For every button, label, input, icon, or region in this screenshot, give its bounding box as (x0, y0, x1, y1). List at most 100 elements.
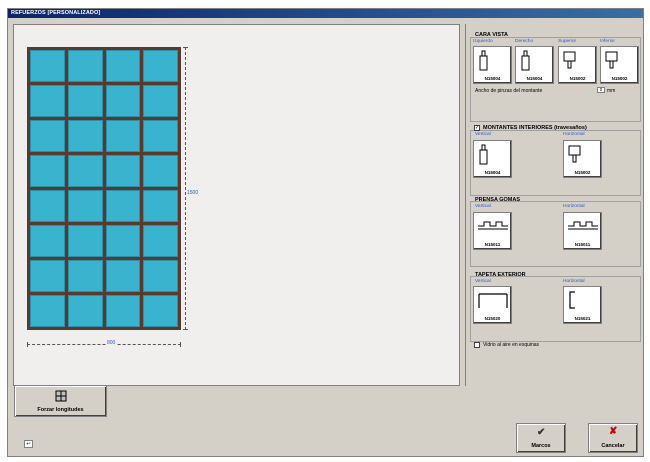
gasket-profile-icon (478, 221, 508, 230)
glass-pane[interactable] (143, 120, 178, 152)
width-label: Ancho de pinzas del montante (475, 88, 543, 94)
glass-pane[interactable] (105, 155, 141, 187)
cara-vista-label-right: Derecho (515, 39, 534, 44)
vertical-profile-icon (521, 50, 530, 71)
height-dimension-line (183, 47, 188, 330)
cancelar-button[interactable]: ✘ Cancelar (588, 423, 638, 453)
glass-pane[interactable] (143, 155, 178, 187)
glass-pane[interactable] (67, 120, 103, 152)
glass-pane[interactable] (30, 50, 65, 82)
glass-pane[interactable] (30, 225, 65, 257)
glass-pane[interactable] (143, 225, 178, 257)
height-dimension-label[interactable]: 1500 (187, 190, 198, 196)
glass-pane[interactable] (105, 225, 141, 257)
tapeta-label-horizontal: Horizontal (563, 279, 585, 284)
window-title: REFUERZOS [PERSONALIZADO] (11, 10, 101, 16)
glass-pane[interactable] (143, 260, 178, 292)
glass-pane[interactable] (105, 120, 141, 152)
profile-code: N15002 (569, 76, 586, 81)
width-input[interactable]: 0 (597, 87, 605, 93)
glass-pane[interactable] (105, 85, 141, 117)
montantes-horizontal-profile-button[interactable]: N15002 (563, 140, 602, 178)
width-dimension-line (27, 342, 181, 347)
vertical-profile-icon (479, 50, 488, 71)
glass-pane[interactable] (30, 155, 65, 187)
cover-strip-horizontal-icon (569, 291, 575, 309)
glass-pane[interactable] (105, 260, 141, 292)
montantes-label-vertical: Vertical (475, 132, 491, 137)
prensa-gomas-vertical-profile-button[interactable]: N15011 (473, 212, 512, 250)
marcos-button[interactable]: ✔ Marcos (516, 423, 566, 453)
window: REFUERZOS [PERSONALIZADO] 1500 800 CARA … (7, 8, 644, 457)
profile-code: N15011 (484, 242, 501, 247)
profile-code: N15021 (574, 316, 591, 321)
montantes-checkbox[interactable]: ✓ (474, 125, 480, 131)
window-glass-grid[interactable] (27, 47, 181, 330)
frame-length-icon (55, 390, 67, 402)
glass-pane[interactable] (67, 190, 103, 222)
profile-code: N15004 (484, 170, 501, 175)
horizontal-profile-icon (605, 51, 618, 69)
glass-pane[interactable] (30, 295, 65, 327)
cara-vista-left-profile-button[interactable]: N15004 (473, 46, 512, 84)
cara-vista-bottom-profile-button[interactable]: N15002 (600, 46, 639, 84)
profile-code: N15020 (484, 316, 501, 321)
cancel-x-icon: ✘ (609, 426, 618, 437)
montantes-vertical-profile-button[interactable]: N15004 (473, 140, 512, 178)
cara-vista-top-profile-button[interactable]: N15002 (558, 46, 597, 84)
forzar-longitudes-label: Forzar longitudes (37, 407, 84, 413)
glass-pane[interactable] (143, 85, 178, 117)
vidrio-aire-label: Vidrio al aire en esquinas (483, 342, 540, 348)
prensa-gomas-label-vertical: Vertical (475, 204, 491, 209)
glass-pane[interactable] (67, 50, 103, 82)
title-bar[interactable]: REFUERZOS [PERSONALIZADO] (8, 9, 643, 18)
gasket-profile-icon (568, 221, 598, 230)
glass-pane[interactable] (30, 260, 65, 292)
prensa-gomas-horizontal-profile-button[interactable]: N15011 (563, 212, 602, 250)
width-unit: mm (607, 88, 616, 94)
glass-pane[interactable] (30, 190, 65, 222)
cara-vista-right-profile-button[interactable]: N15004 (515, 46, 554, 84)
glass-pane[interactable] (143, 190, 178, 222)
profile-code: N15004 (484, 76, 501, 81)
profile-code: N15002 (611, 76, 628, 81)
drawing-canvas[interactable]: 1500 800 (13, 24, 460, 386)
width-dimension-label[interactable]: 800 (106, 340, 117, 346)
glass-pane[interactable] (105, 190, 141, 222)
glass-pane[interactable] (67, 260, 103, 292)
cancelar-label: Cancelar (601, 443, 625, 449)
cara-vista-label-left: Izquierdo (473, 39, 493, 44)
glass-pane[interactable] (143, 50, 178, 82)
montantes-title: MONTANTES INTERIORES (travesaños) (483, 125, 587, 131)
vidrio-aire-checkbox[interactable] (474, 342, 480, 348)
tapeta-vertical-profile-button[interactable]: N15020 (473, 286, 512, 324)
prensa-gomas-title: PRENSA GOMAS (475, 197, 521, 203)
forzar-longitudes-button[interactable]: Forzar longitudes (14, 385, 107, 417)
vertical-profile-icon (479, 144, 488, 165)
glass-pane[interactable] (67, 225, 103, 257)
profile-code: N15011 (574, 242, 591, 247)
horizontal-profile-icon (563, 51, 576, 69)
tapeta-label-vertical: Vertical (475, 279, 491, 284)
prensa-gomas-label-horizontal: Horizontal (563, 204, 585, 209)
undo-icon[interactable]: ↩ (24, 440, 33, 448)
checkmark-icon: ✔ (537, 427, 546, 438)
marcos-label: Marcos (531, 443, 551, 449)
montantes-label-horizontal: Horizontal (563, 132, 585, 137)
profile-settings-panel: CARA VISTA Izquierdo Derecho Superior In… (465, 24, 645, 386)
cara-vista-title: CARA VISTA (475, 32, 508, 38)
glass-pane[interactable] (67, 155, 103, 187)
glass-pane[interactable] (143, 295, 178, 327)
glass-pane[interactable] (105, 50, 141, 82)
cara-vista-label-top: Superior (558, 39, 577, 44)
glass-pane[interactable] (67, 295, 103, 327)
horizontal-profile-icon (568, 145, 581, 163)
glass-pane[interactable] (30, 85, 65, 117)
glass-pane[interactable] (30, 120, 65, 152)
profile-code: N15004 (526, 76, 543, 81)
tapeta-horizontal-profile-button[interactable]: N15021 (563, 286, 602, 324)
profile-code: N15002 (574, 170, 591, 175)
glass-pane[interactable] (67, 85, 103, 117)
glass-pane[interactable] (105, 295, 141, 327)
tapeta-title: TAPETA EXTERIOR (475, 272, 526, 278)
